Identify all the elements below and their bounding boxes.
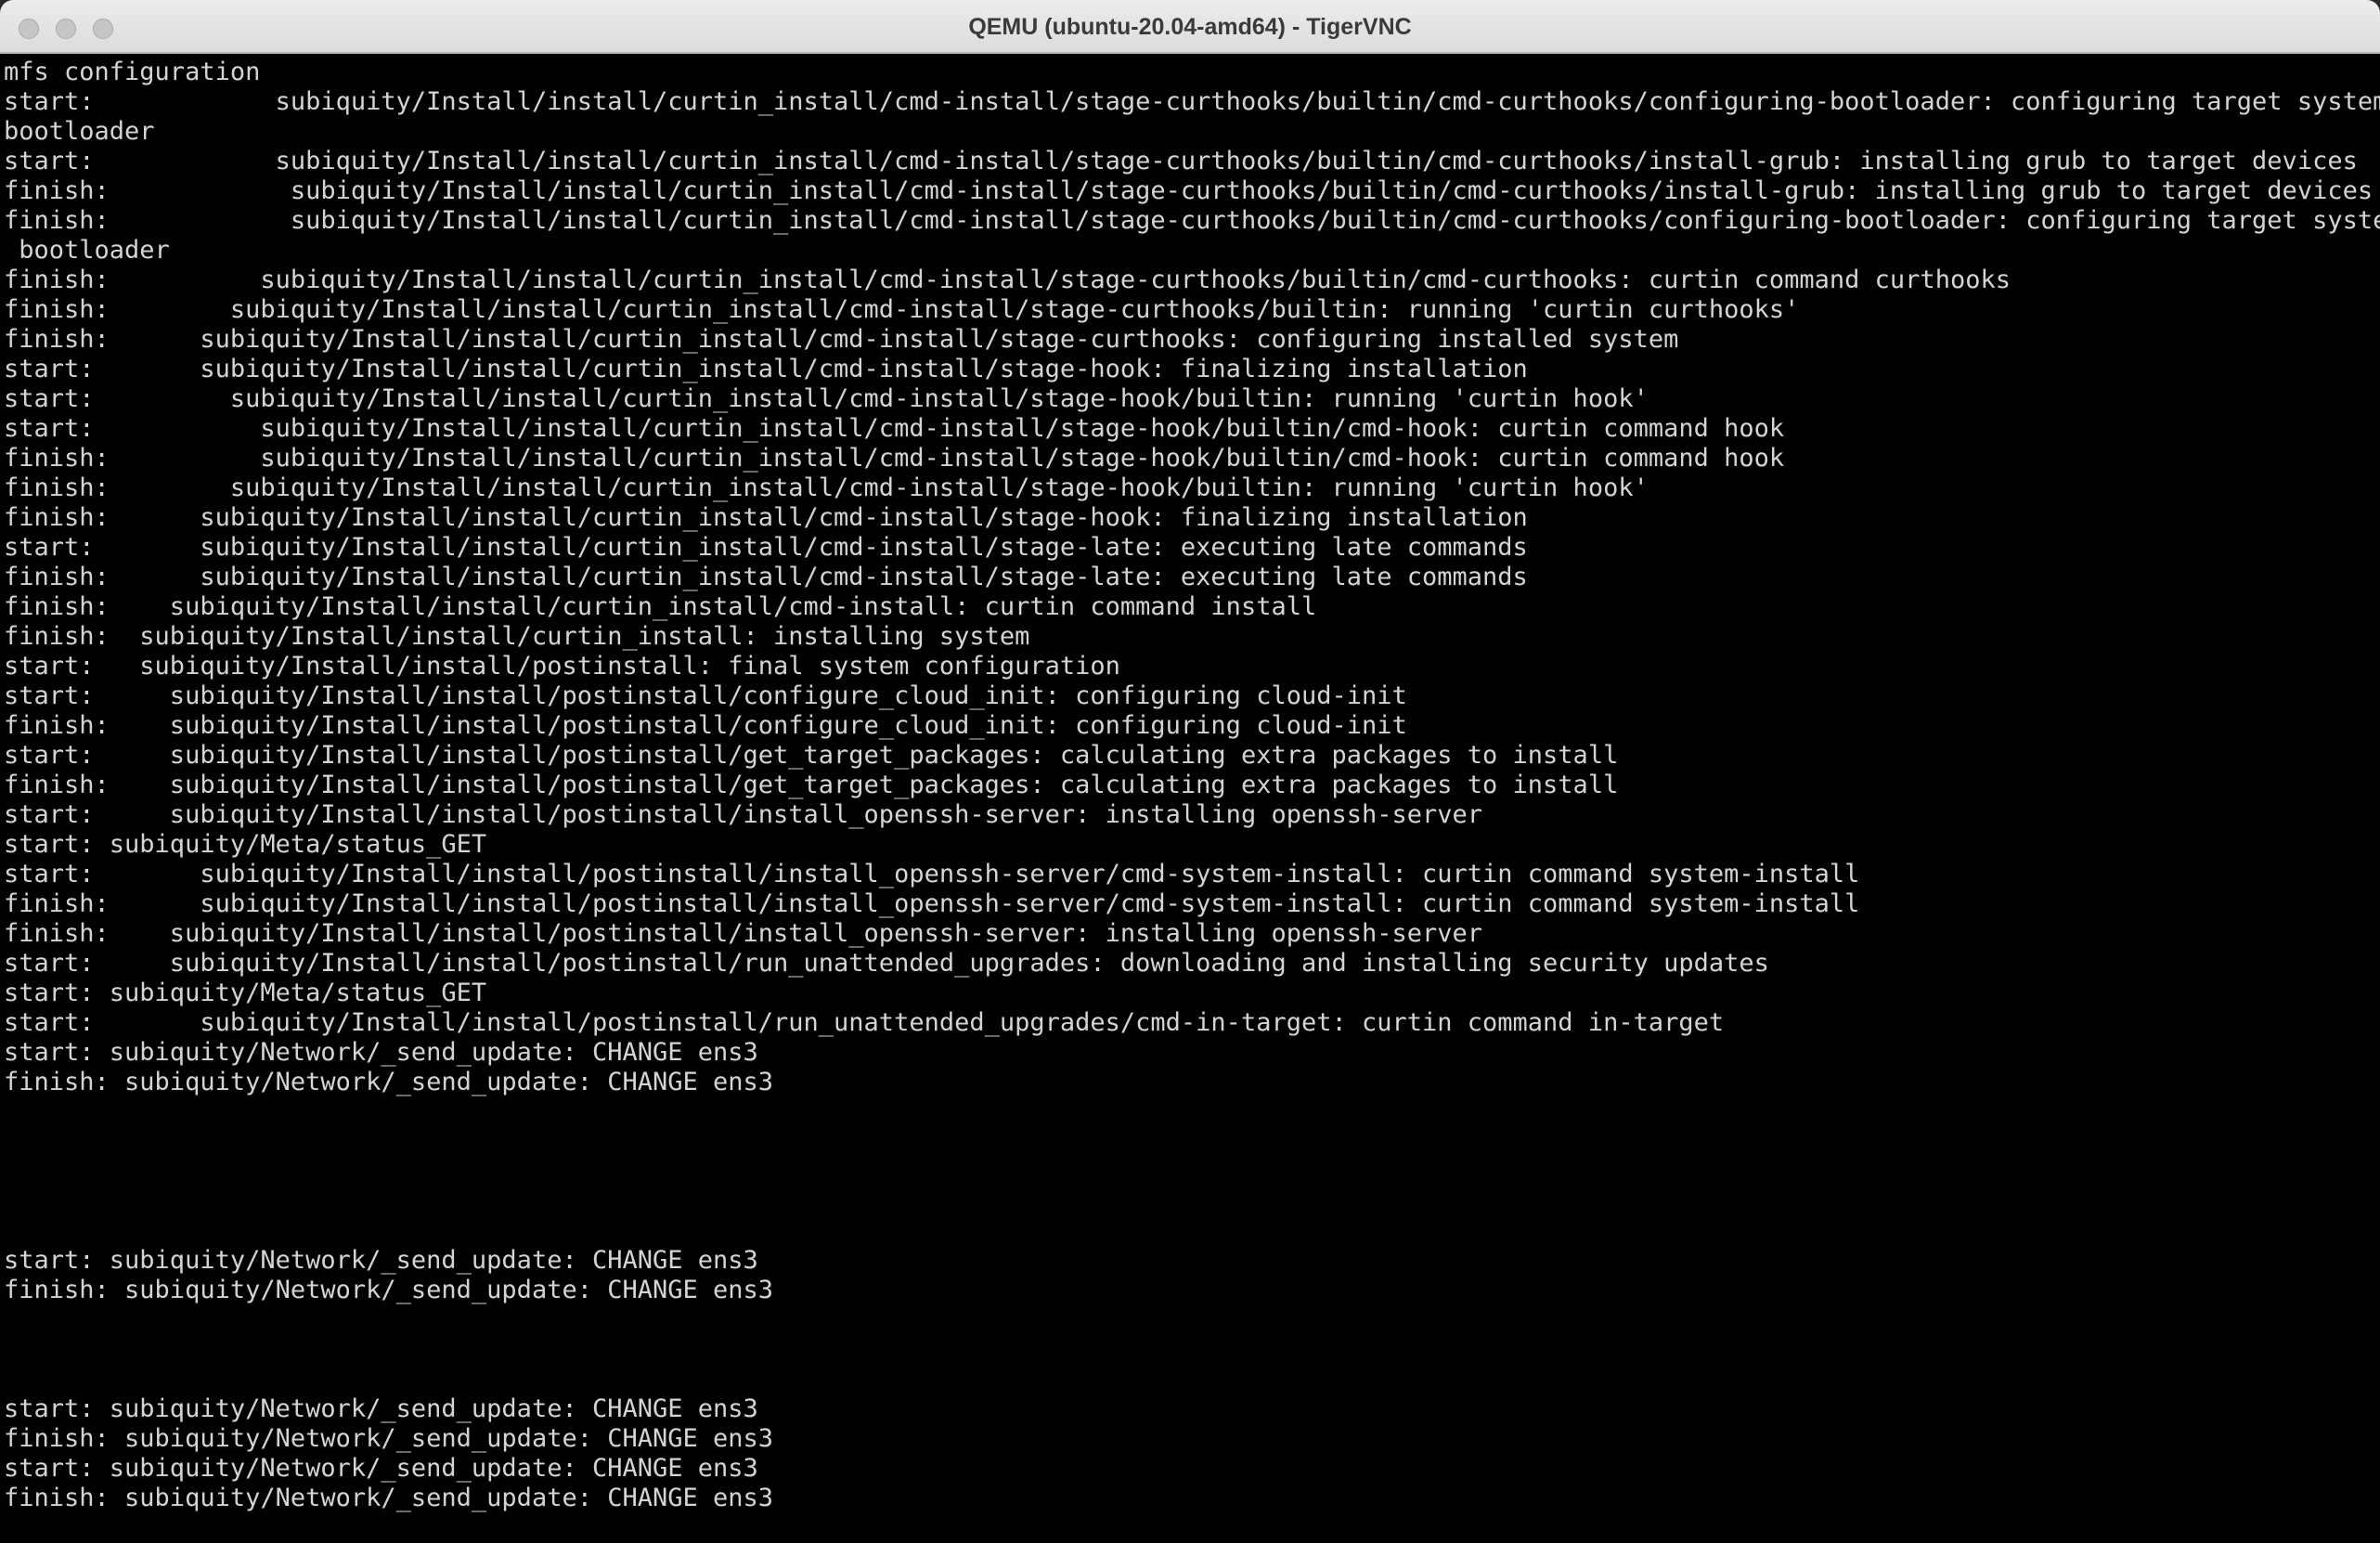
terminal-console[interactable]: mfs configuration start: subiquity/Instal… [0, 54, 2380, 1543]
console-line: finish: subiquity/Install/install/postin… [4, 889, 1860, 918]
console-line: bootloader [4, 117, 155, 146]
console-line: finish: subiquity/Install/install/curtin… [4, 325, 1679, 354]
console-line: finish: subiquity/Network/_send_update: … [4, 1424, 774, 1453]
console-line: start: subiquity/Install/install/curtin_… [4, 414, 1785, 443]
console-line: bootloader [4, 236, 170, 265]
console-line: finish: subiquity/Install/install/curtin… [4, 622, 1030, 651]
console-line: finish: subiquity/Install/install/curtin… [4, 176, 2374, 205]
console-line: finish: subiquity/Network/_send_update: … [4, 1068, 774, 1096]
console-line: start: subiquity/Install/install/curtin_… [4, 147, 2358, 175]
console-line: start: subiquity/Install/install/postins… [4, 1008, 1725, 1037]
console-line: start: subiquity/Install/install/postins… [4, 860, 1860, 888]
console-line: start: subiquity/Install/install/postins… [4, 741, 1619, 770]
console-line: finish: subiquity/Install/install/postin… [4, 919, 1483, 948]
console-line: finish: subiquity/Install/install/postin… [4, 771, 1619, 799]
console-output: mfs configuration start: subiquity/Instal… [4, 58, 2380, 1513]
console-line: start: subiquity/Install/install/postins… [4, 681, 1407, 710]
console-line: start: subiquity/Network/_send_update: C… [4, 1246, 758, 1275]
console-line: finish: subiquity/Install/install/curtin… [4, 592, 1317, 621]
console-line: finish: subiquity/Network/_send_update: … [4, 1484, 774, 1512]
console-line: start: subiquity/Install/install/postins… [4, 652, 1120, 681]
console-line: start: subiquity/Network/_send_update: C… [4, 1038, 758, 1067]
console-line: finish: subiquity/Install/install/curtin… [4, 444, 1785, 473]
console-line: start: subiquity/Install/install/curtin_… [4, 384, 1649, 413]
console-line: finish: subiquity/Install/install/curtin… [4, 563, 1528, 591]
console-line: start: subiquity/Meta/status_GET [4, 830, 487, 859]
console-line: mfs configuration [4, 58, 261, 86]
console-line: start: subiquity/Install/install/curtin_… [4, 355, 1528, 383]
console-line: finish: subiquity/Install/install/curtin… [4, 473, 1649, 502]
console-line: start: subiquity/Network/_send_update: C… [4, 1454, 758, 1483]
console-line: finish: subiquity/Install/install/curtin… [4, 503, 1528, 532]
console-line: finish: subiquity/Install/install/postin… [4, 711, 1407, 740]
console-line: start: subiquity/Meta/status_GET [4, 979, 487, 1007]
console-line: start: subiquity/Install/install/curtin_… [4, 87, 2380, 116]
vnc-window: QEMU (ubuntu-20.04-amd64) - TigerVNC mfs… [0, 0, 2380, 1543]
console-line: finish: subiquity/Network/_send_update: … [4, 1276, 774, 1304]
console-line: start: subiquity/Network/_send_update: C… [4, 1394, 758, 1423]
window-title: QEMU (ubuntu-20.04-amd64) - TigerVNC [968, 14, 1412, 40]
console-line: finish: subiquity/Install/install/curtin… [4, 295, 1800, 324]
console-line: finish: subiquity/Install/install/curtin… [4, 266, 2011, 294]
console-line: start: subiquity/Install/install/postins… [4, 949, 1769, 978]
console-line: start: subiquity/Install/install/curtin_… [4, 533, 1528, 562]
terminal-cursor: _ [4, 1534, 19, 1543]
title-bar[interactable]: QEMU (ubuntu-20.04-amd64) - TigerVNC [0, 0, 2380, 54]
console-line: start: subiquity/Install/install/postins… [4, 800, 1483, 829]
console-line: finish: subiquity/Install/install/curtin… [4, 206, 2380, 235]
